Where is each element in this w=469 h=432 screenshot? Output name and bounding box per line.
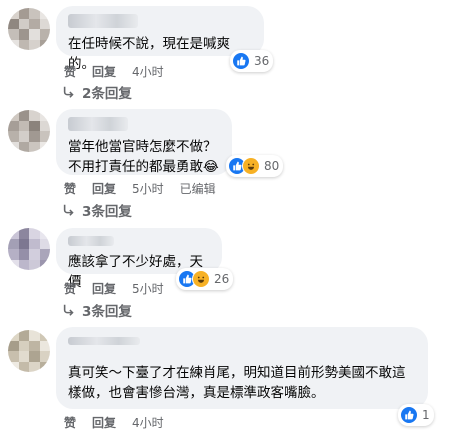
comment-bubble: 真可笑～下臺了才在練肖尾，明知道目前形勢美國不敢這 樣做，也會害慘台灣，真是標準… xyxy=(56,327,428,409)
comment-actions: 赞 回复 5小时 已编辑 xyxy=(64,180,216,197)
like-icon xyxy=(400,406,418,424)
reaction-summary[interactable]: 26 xyxy=(176,268,234,290)
reaction-count: 26 xyxy=(214,272,230,286)
comment-actions: 赞 回复 5小时 xyxy=(64,280,164,297)
like-button[interactable]: 赞 xyxy=(64,63,76,80)
haha-icon xyxy=(192,270,210,288)
reply-arrow-icon xyxy=(63,204,74,216)
haha-icon xyxy=(242,157,260,175)
reply-button[interactable]: 回复 xyxy=(92,280,116,297)
comment-bubble: 在任時候不說，現在是喊爽的。 xyxy=(56,6,264,72)
replies-label: 3条回复 xyxy=(82,204,132,220)
like-button[interactable]: 赞 xyxy=(64,414,76,431)
comment-actions: 赞 回复 4小时 xyxy=(64,63,164,80)
reaction-summary[interactable]: 1 xyxy=(398,404,434,426)
reply-button[interactable]: 回复 xyxy=(92,180,116,197)
timestamp[interactable]: 4小时 xyxy=(132,63,164,80)
like-icon xyxy=(232,52,250,70)
reaction-summary[interactable]: 36 xyxy=(230,50,274,72)
reply-button[interactable]: 回复 xyxy=(92,414,116,431)
avatar[interactable] xyxy=(8,8,50,50)
timestamp[interactable]: 4小时 xyxy=(132,414,164,431)
avatar[interactable] xyxy=(8,110,50,152)
comment-bubble: 當年他當官時怎麼不做？ 不用打責任的都最勇敢😂 xyxy=(56,109,232,175)
replies-label: 3条回复 xyxy=(82,304,132,320)
reply-arrow-icon xyxy=(63,304,74,316)
view-replies-button[interactable]: 2条回复 xyxy=(62,82,132,102)
reply-button[interactable]: 回复 xyxy=(92,63,116,80)
like-button[interactable]: 赞 xyxy=(64,280,76,297)
author-name-redacted[interactable] xyxy=(68,117,128,131)
avatar[interactable] xyxy=(8,228,50,270)
like-button[interactable]: 赞 xyxy=(64,180,76,197)
avatar[interactable] xyxy=(8,330,50,372)
comment-text: 當年他當官時怎麼不做？ 不用打責任的都最勇敢😂 xyxy=(68,139,219,175)
author-name-redacted[interactable] xyxy=(68,337,140,345)
edited-label[interactable]: 已编辑 xyxy=(180,180,216,197)
comment-text: 真可笑～下臺了才在練肖尾，明知道目前形勢美國不敢這 樣做，也會害慘台灣，真是標準… xyxy=(68,365,406,401)
reaction-count: 36 xyxy=(254,54,270,68)
author-name-redacted[interactable] xyxy=(68,14,138,28)
view-replies-button[interactable]: 3条回复 xyxy=(62,200,132,220)
author-name-redacted[interactable] xyxy=(68,236,114,246)
reaction-summary[interactable]: 80 xyxy=(226,155,284,177)
timestamp[interactable]: 5小时 xyxy=(132,280,164,297)
view-replies-button[interactable]: 3条回复 xyxy=(62,300,132,320)
timestamp[interactable]: 5小时 xyxy=(132,180,164,197)
reply-arrow-icon xyxy=(63,86,74,98)
reaction-count: 1 xyxy=(422,408,430,422)
comment-actions: 赞 回复 4小时 xyxy=(64,414,164,431)
reaction-count: 80 xyxy=(264,159,280,173)
replies-label: 2条回复 xyxy=(82,86,132,102)
